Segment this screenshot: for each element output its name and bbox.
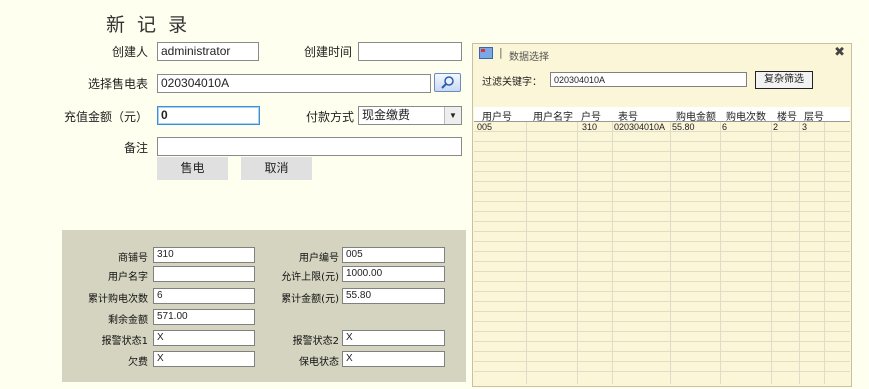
meter-label: 选择售电表 [87,77,148,91]
shop-no-field[interactable]: 310 [153,247,255,263]
col-buy-count[interactable]: 购电次数 [726,108,766,123]
alarm1-label: 报警状态1 [101,336,148,347]
user-name-field[interactable] [153,266,255,282]
amount-field[interactable]: 0 [157,106,260,125]
col-meter-no[interactable]: 表号 [618,108,638,123]
payment-label: 付款方式 [305,110,354,124]
data-select-popup[interactable]: | 数据选择 ✖ 过滤关键字： 020304010A 复杂筛选 用户号 用户名字… [472,43,852,387]
limit-field[interactable]: 1000.00 [342,266,445,282]
filter-input[interactable]: 020304010A [550,72,747,87]
note-field[interactable] [157,137,462,156]
note-label: 备注 [123,141,148,155]
arrears-label: 欠费 [128,357,148,368]
chevron-down-icon[interactable]: ▼ [444,107,461,124]
alarm2-label: 报警状态2 [292,336,339,347]
alarm2-field[interactable]: X [342,330,445,346]
page-title: 新 记 录 [106,14,191,36]
cell-floor: 3 [802,122,808,132]
cell-house-no: 310 [582,122,598,132]
meter-field[interactable]: 020304010A [157,74,431,93]
meter-search-button[interactable] [434,73,461,92]
user-no-label: 用户编号 [299,253,339,264]
col-user-no[interactable]: 用户号 [482,108,512,123]
balance-field[interactable]: 571.00 [153,309,255,325]
cell-user-no: 005 [477,122,493,132]
alarm1-field[interactable]: X [153,330,255,346]
complex-filter-button[interactable]: 复杂筛选 [755,71,813,89]
creator-label: 创建人 [111,45,148,59]
cell-buy-count: 6 [722,122,728,132]
buy-count-field[interactable]: 6 [153,288,255,304]
account-info-panel: 商铺号 310 用户编号 005 用户名字 允许上限(元) 1000.00 累计… [62,230,466,382]
total-amount-label: 累计金额(元) [281,294,339,305]
col-house-no[interactable]: 户号 [581,108,601,123]
buy-count-label: 累计购电次数 [88,294,148,305]
create-time-label: 创建时间 [303,45,352,59]
create-time-field[interactable] [358,42,462,61]
cell-building: 2 [773,122,779,132]
cell-meter-no: 020304010A [614,122,666,132]
close-icon[interactable]: ✖ [834,45,845,60]
hold-field[interactable]: X [342,351,445,367]
grid-header: 用户号 用户名字 户号 表号 购电金额 购电次数 楼号 层号 [474,107,850,123]
arrears-field[interactable]: X [153,351,255,367]
table-row[interactable]: 005 310 020304010A 55.80 6 2 3 [474,122,850,132]
shop-no-label: 商铺号 [118,253,148,264]
col-building[interactable]: 楼号 [777,108,797,123]
filter-label: 过滤关键字： [482,77,542,88]
magnifier-icon [441,76,454,89]
title-separator: | [499,46,503,59]
payment-select[interactable]: 现金缴费 ▼ [358,106,462,125]
amount-label: 充值金额（元） [63,110,148,124]
payment-value: 现金缴费 [362,108,411,122]
balance-label: 剩余金额 [108,315,148,326]
sell-button[interactable]: 售电 [157,157,228,180]
limit-label: 允许上限(元) [281,272,339,283]
cell-buy-amount: 55.80 [672,122,695,132]
total-amount-field[interactable]: 55.80 [342,288,445,304]
col-floor[interactable]: 层号 [804,108,824,123]
grid-lines [474,122,850,384]
user-no-field[interactable]: 005 [342,247,445,263]
col-buy-amount[interactable]: 购电金额 [676,108,716,123]
popup-title: 数据选择 [509,52,549,63]
user-name-label: 用户名字 [108,272,148,283]
hold-label: 保电状态 [299,357,339,368]
creator-field[interactable]: administrator [157,42,259,61]
window-icon [479,47,493,59]
col-user-name[interactable]: 用户名字 [533,108,573,123]
cancel-button[interactable]: 取消 [241,157,312,180]
